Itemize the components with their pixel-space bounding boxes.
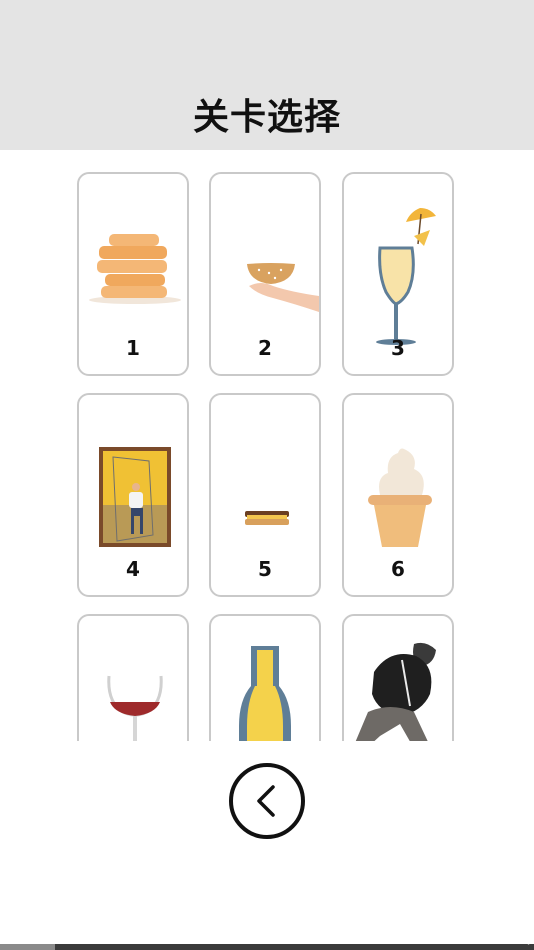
wine-glass-icon (107, 675, 163, 741)
level-card-3[interactable]: 3 (342, 172, 454, 376)
bottom-bar-segment (0, 944, 55, 950)
level-card-4[interactable]: 4 (77, 393, 189, 597)
level-card-5[interactable]: 5 (209, 393, 321, 597)
page-title: 关卡选择 (192, 97, 341, 138)
level-number: 4 (126, 557, 140, 581)
level-card-8[interactable]: 8 (209, 614, 321, 741)
beer-bottle-icon (239, 646, 291, 741)
level-number: 2 (258, 336, 272, 360)
back-button[interactable] (229, 763, 305, 839)
level-number: 1 (126, 336, 140, 360)
watermark-text: For educational use only (433, 936, 532, 945)
back-arrow-icon (257, 785, 275, 817)
crouching-person-icon (355, 642, 436, 741)
level-card-1[interactable]: 1 (77, 172, 189, 376)
level-number: 3 (391, 336, 405, 360)
level-number: 6 (391, 557, 405, 581)
level-grid[interactable]: 1 2 3 4 5 6 (0, 150, 534, 741)
level-card-7[interactable]: 7 (77, 614, 189, 741)
level-card-2[interactable]: 2 (209, 172, 321, 376)
header-bar: 关卡选择 (0, 0, 534, 150)
level-card-9[interactable]: 9 (342, 614, 454, 741)
level-number: 5 (258, 557, 272, 581)
level-card-6[interactable]: 6 (342, 393, 454, 597)
